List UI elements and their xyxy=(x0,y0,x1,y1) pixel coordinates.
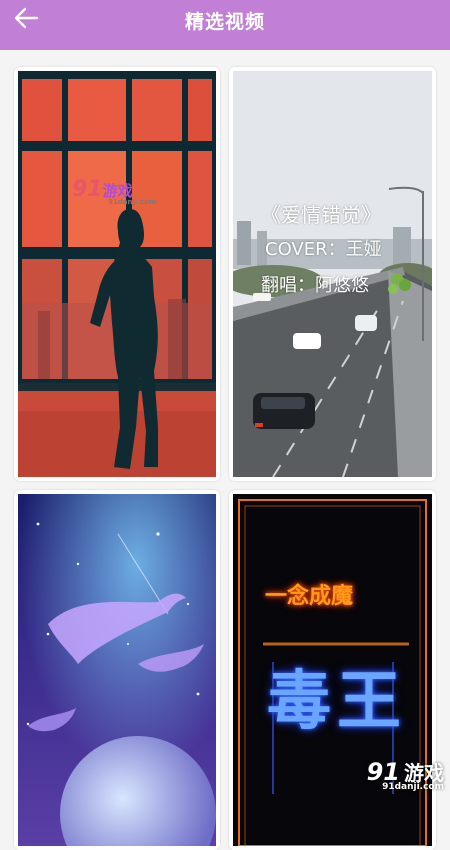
watermark-logo: 91游戏 91danji.com xyxy=(72,177,157,206)
video-thumbnail xyxy=(18,71,216,477)
app-header: 精选视频 xyxy=(0,0,450,50)
video-overlay-singer: 翻唱：阿悠悠 xyxy=(261,275,369,296)
video-card[interactable]: 一念成魔 毒王 xyxy=(229,490,436,850)
video-card[interactable]: 《爱情错觉》 COVER：王娅 翻唱：阿悠悠 xyxy=(229,67,436,481)
video-card[interactable]: 91游戏 91danji.com xyxy=(14,67,220,481)
neon-title: 一念成魔 xyxy=(265,584,354,609)
neon-big-text: 毒王 xyxy=(267,665,407,739)
video-card[interactable] xyxy=(14,490,220,850)
video-overlay-title: 《爱情错觉》 xyxy=(261,203,381,227)
video-overlay-cover: COVER：王娅 xyxy=(265,239,382,260)
page-title: 精选视频 xyxy=(184,10,265,33)
video-thumbnail xyxy=(18,494,216,846)
video-grid: 91游戏 91danji.com 《爱情错觉》 COVER：王娅 翻唱：阿悠悠 … xyxy=(0,50,450,850)
corner-watermark: 91 游戏 91danji.com xyxy=(366,758,444,792)
